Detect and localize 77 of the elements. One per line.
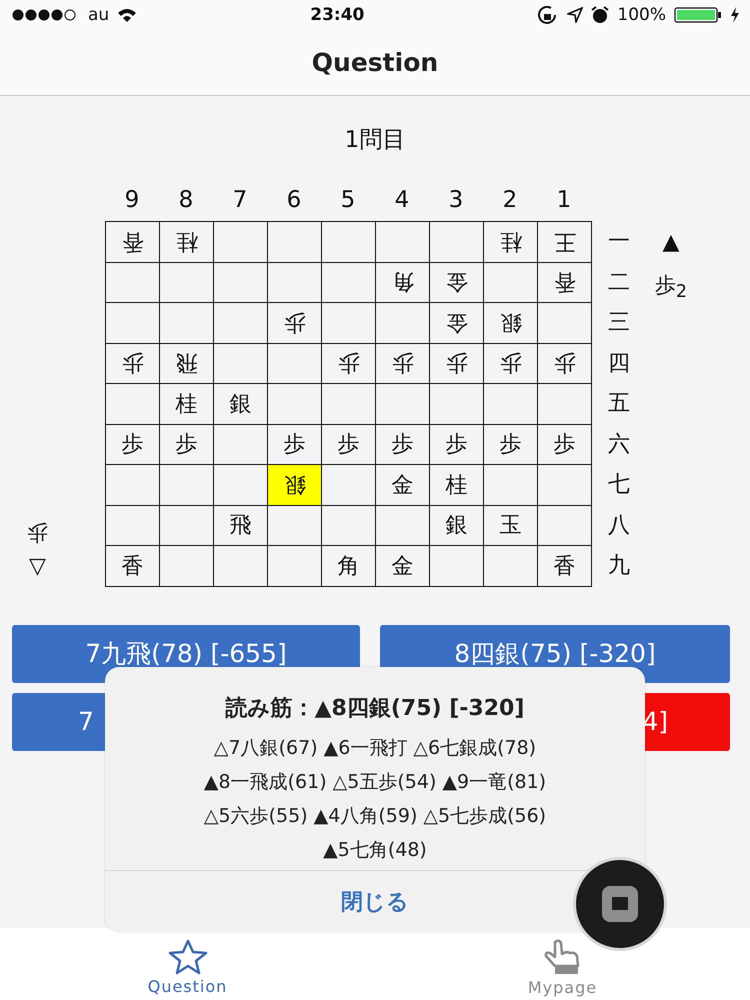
shogi-piece: 歩 [338,431,360,460]
question-number: 1問目 [344,126,406,155]
move-sequence-line: ▲5七角(48) [323,838,427,863]
shogi-piece: 銀 [284,470,306,499]
shogi-piece: 歩 [554,431,576,460]
battery-icon [674,7,722,23]
shogi-piece: 歩 [392,431,414,460]
rank-number: 五 [607,390,631,418]
shogi-piece: 歩 [284,308,306,337]
rank-number: 四 [607,350,631,378]
rank-number: 二 [607,268,631,297]
file-number: 2 [502,187,518,213]
shogi-piece: 桂 [446,472,468,500]
shogi-piece: 角 [392,268,414,296]
shogi-piece: 歩 [392,349,414,378]
shogi-piece: 玉 [500,512,522,540]
file-number: 4 [394,187,410,213]
shogi-piece: 歩 [122,349,144,378]
shogi-piece: 銀 [500,308,522,337]
hand-piece: 歩 [27,520,48,546]
shogi-piece: 歩 [500,349,522,378]
shogi-piece: 金 [392,472,414,500]
screen-title: Question [312,48,438,77]
shogi-piece: 歩 [554,349,576,378]
shogi-piece: 歩 [176,431,198,460]
file-number: 1 [556,187,572,213]
alarm-clock-icon [591,6,610,24]
highlighted-square[interactable]: 銀 [268,465,322,506]
file-number: 5 [340,187,356,213]
shogi-piece: 歩 [122,431,144,460]
shogi-piece: 銀 [230,390,252,419]
shogi-piece: 飛 [230,512,252,540]
rank-number: 一 [607,228,631,256]
clock-time: 23:40 [310,5,364,25]
shogi-piece: 歩 [446,431,468,460]
shogi-piece: 王 [554,228,576,256]
file-number: 9 [124,187,140,213]
charging-bolt-icon [730,7,740,23]
rank-number: 三 [607,309,631,338]
shogi-piece: 歩 [500,431,522,460]
square-icon [600,884,640,924]
file-number: 6 [286,187,302,213]
file-number: 8 [178,187,194,213]
shogi-piece: 桂 [176,228,198,256]
shogi-piece: 金 [446,308,468,337]
shogi-piece: 歩 [284,431,306,460]
shogi-piece: 香 [554,268,576,296]
sente-mark: ▲ [662,229,680,257]
wifi-icon [117,8,138,22]
shogi-piece: 飛 [176,349,198,378]
shogi-piece: 銀 [446,512,468,540]
shogi-piece: 歩 [446,349,468,378]
move-sequence-line: ▲8一飛成(61) △5五歩(54) ▲9一竜(81) [204,770,546,795]
move-sequence-line: △7八銀(67) ▲6一飛打 △6七銀成(78) [214,736,536,761]
move-sequence-line: △5六歩(55) ▲4八角(59) △5七歩成(56) [204,804,546,829]
hand-piece: 歩$_{2}$ [654,272,688,302]
star-icon [166,938,210,974]
shogi-piece: 金 [446,268,468,296]
shogi-piece: 金 [392,552,414,581]
gote-mark: ▽ [29,552,46,580]
shogi-piece: 香 [122,228,144,256]
dialog-title: 読み筋：▲8四銀(75) [-320] [224,695,526,723]
rank-number: 七 [607,471,631,500]
file-number: 7 [232,187,248,213]
shogi-piece: 桂 [176,390,198,419]
shogi-piece: 香 [554,552,576,581]
shogi-piece: 香 [122,552,144,581]
carrier-name: au [88,5,110,25]
rank-number: 六 [607,430,631,459]
shogi-piece: 桂 [500,228,522,256]
shogi-piece: 歩 [338,349,360,378]
rank-number: 八 [607,512,631,540]
shogi-piece: 角 [338,552,360,581]
battery-percent: 100% [617,5,666,25]
location-arrow-icon [567,7,584,23]
file-number: 3 [448,187,464,213]
rank-number: 九 [607,552,631,580]
